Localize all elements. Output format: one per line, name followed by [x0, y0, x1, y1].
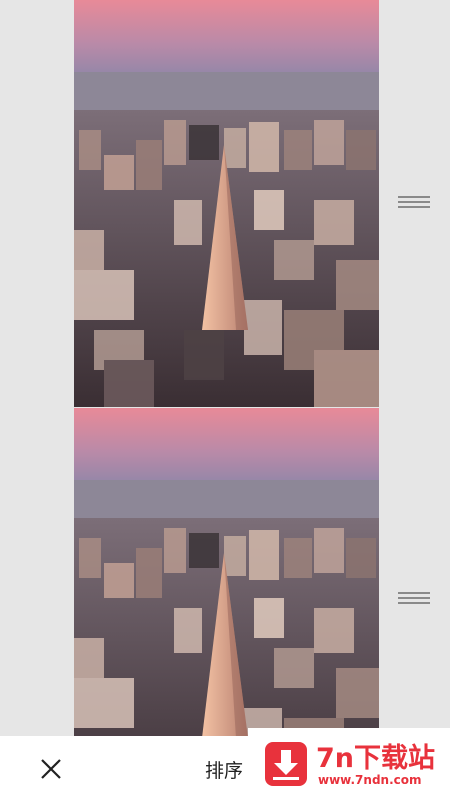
city-aerial-photo	[74, 408, 379, 736]
handle-line	[398, 206, 430, 208]
handle-line	[398, 201, 430, 203]
photo-item-1[interactable]	[74, 0, 379, 407]
watermark-url: www.7ndn.com	[318, 773, 422, 787]
reorder-screen: 排序 7n下载站 www.7ndn.com	[0, 0, 450, 800]
handle-line	[398, 597, 430, 599]
sort-title: 排序	[205, 760, 244, 782]
handle-line	[398, 196, 430, 198]
close-icon-graphic	[41, 759, 61, 779]
drag-handle-icon[interactable]	[398, 193, 430, 211]
photo-item-2[interactable]	[74, 408, 379, 736]
handle-line	[398, 602, 430, 604]
site-watermark: 7n下载站 www.7ndn.com	[248, 728, 450, 800]
handle-line	[398, 592, 430, 594]
drag-handle-icon[interactable]	[398, 589, 430, 607]
watermark-title: 7n下载站	[316, 743, 436, 774]
download-arrow-icon	[265, 742, 307, 786]
city-aerial-photo	[74, 0, 379, 407]
close-icon[interactable]	[36, 754, 66, 784]
photo-list	[74, 0, 379, 736]
